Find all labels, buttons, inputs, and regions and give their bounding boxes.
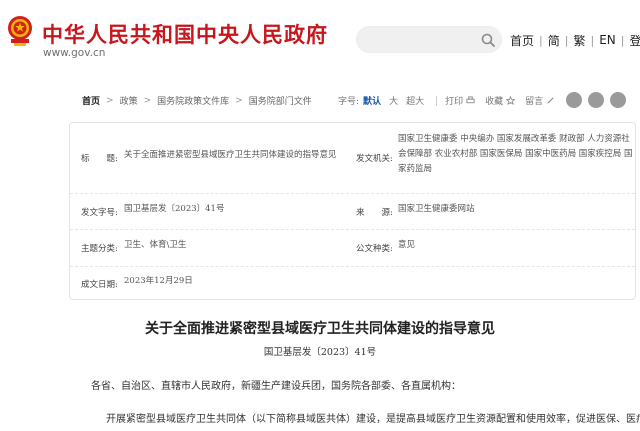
breadcrumb-policy-library[interactable]: 国务院政策文件库 [157, 94, 229, 107]
breadcrumb-department-docs[interactable]: 国务院部门文件 [249, 94, 312, 107]
info-row-date: 成文日期: 2023年12月29日 [70, 267, 635, 300]
genre-label: 公文种类: [356, 244, 393, 254]
wechat-share-icon[interactable] [588, 92, 604, 108]
star-icon[interactable] [506, 96, 516, 105]
document-paragraph: 开展紧密型县域医疗卫生共同体（以下简称县域医共体）建设，是提高县域医疗卫生资源配… [106, 414, 640, 425]
tools-divider [436, 95, 438, 106]
font-size-default[interactable]: 默认 [363, 94, 381, 107]
weibo-share-icon[interactable] [566, 92, 582, 108]
topic-value: 卫生、体育\卫生 [124, 240, 187, 250]
breadcrumb-policy[interactable]: 政策 [120, 94, 138, 107]
info-row-topic: 主题分类: 卫生、体育\卫生 公文种类: 意见 [70, 230, 635, 267]
issuer-line: 会保障部 农业农村部 国家医保局 国家中医药局 国家疾控局 国 [398, 149, 633, 159]
issuer-line: 国家卫生健康委 中央编办 国家发展改革委 财政部 人力资源社 [398, 134, 630, 144]
info-row-title: 标 题: 关于全面推进紧密型县域医疗卫生共同体建设的指导意见 发文机关: 国家卫… [70, 123, 635, 194]
pen-icon[interactable] [546, 96, 555, 105]
national-emblem-icon[interactable] [5, 14, 35, 48]
date-label: 成文日期: [81, 280, 118, 290]
document-info-table: 标 题: 关于全面推进紧密型县域医疗卫生共同体建设的指导意见 发文机关: 国家卫… [69, 122, 636, 300]
document-number: 国卫基层发〔2023〕41号 [263, 347, 377, 358]
nav-separator: | [620, 33, 625, 47]
font-size-xlarge[interactable]: 超大 [406, 94, 424, 107]
print-icon[interactable] [466, 96, 475, 105]
title-label: 标 题: [81, 154, 118, 164]
source-label: 来 源: [356, 208, 393, 218]
page-tools: 字号: 默认 大 超大 打印 收藏 留言 [338, 94, 555, 107]
site-header: 中华人民共和国中央人民政府 www.gov.cn 首页 | 简 | 繁 | EN… [0, 0, 640, 72]
nav-simplified-link[interactable]: 简 [548, 32, 560, 49]
date-value: 2023年12月29日 [124, 276, 193, 286]
nav-separator: | [590, 33, 595, 47]
search-box[interactable] [356, 26, 502, 53]
search-input[interactable] [367, 32, 477, 48]
nav-home-link[interactable]: 首页 [510, 32, 534, 49]
font-size-label: 字号: [338, 97, 360, 107]
print-link[interactable]: 打印 [445, 94, 463, 107]
nav-traditional-link[interactable]: 繁 [573, 32, 585, 49]
title-value: 关于全面推进紧密型县域医疗卫生共同体建设的指导意见 [124, 150, 337, 160]
breadcrumb-home[interactable]: 首页 [82, 94, 100, 107]
font-size-large[interactable]: 大 [389, 94, 398, 107]
search-icon[interactable] [480, 32, 496, 48]
leave-message-link[interactable]: 留言 [525, 94, 543, 107]
issuer-line: 家药监局 [398, 164, 433, 174]
docno-value: 国卫基层发〔2023〕41号 [124, 204, 225, 214]
document-title: 关于全面推进紧密型县域医疗卫生共同体建设的指导意见 [145, 321, 495, 337]
top-nav: 首页 | 简 | 繁 | EN | 登录 [510, 31, 640, 49]
genre-value: 意见 [398, 240, 416, 250]
issuer-label: 发文机关: [356, 154, 393, 164]
favorite-link[interactable]: 收藏 [485, 94, 503, 107]
breadcrumb-separator: > [143, 95, 152, 106]
nav-separator: | [539, 33, 543, 47]
source-value: 国家卫生健康委网站 [398, 204, 475, 214]
site-url: www.gov.cn [43, 47, 106, 59]
docno-label: 发文字号: [81, 208, 118, 218]
info-row-docno: 发文字号: 国卫基层发〔2023〕41号 来 源: 国家卫生健康委网站 [70, 194, 635, 230]
nav-english-link[interactable]: EN [599, 33, 616, 47]
nav-login-link[interactable]: 登录 [629, 32, 640, 49]
nav-separator: | [564, 33, 569, 47]
breadcrumb: 首页 > 政策 > 国务院政策文件库 > 国务院部门文件 [82, 94, 312, 108]
document-salutation: 各省、自治区、直辖市人民政府，新疆生产建设兵团，国务院各部委、各直属机构： [91, 381, 461, 392]
qzone-share-icon[interactable] [610, 92, 626, 108]
issuer-value: 国家卫生健康委 中央编办 国家发展改革委 财政部 人力资源社 会保障部 农业农村… [398, 132, 636, 177]
topic-label: 主题分类: [81, 244, 118, 254]
site-title[interactable]: 中华人民共和国中央人民政府 [42, 19, 328, 49]
breadcrumb-separator: > [235, 95, 243, 106]
breadcrumb-separator: > [106, 95, 114, 106]
